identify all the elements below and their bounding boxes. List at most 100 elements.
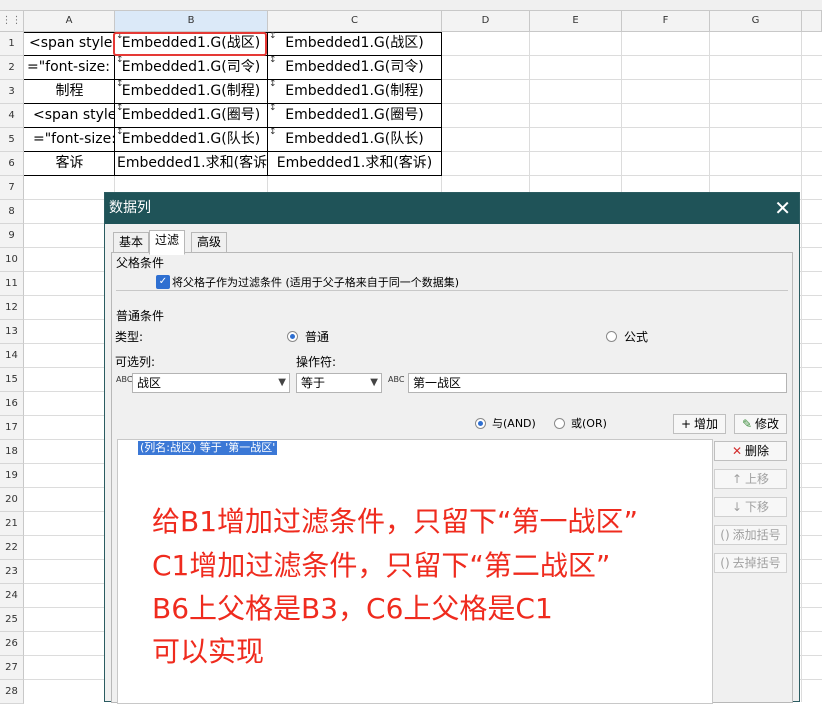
cell-b5[interactable]: ↕ Embedded1.G(队长): [115, 128, 267, 152]
row-header[interactable]: 1: [0, 32, 24, 56]
table-border: [441, 32, 442, 176]
row-header[interactable]: 12: [0, 296, 24, 320]
row-header[interactable]: 28: [0, 680, 24, 704]
type-normal-radio[interactable]: [287, 331, 298, 342]
row-header[interactable]: 7: [0, 176, 24, 200]
cell-b2[interactable]: ↕ Embedded1.G(司令): [115, 56, 267, 80]
modify-button-label: 修改: [755, 417, 780, 431]
row-header[interactable]: 22: [0, 536, 24, 560]
expand-right-icon: ↕: [269, 32, 277, 41]
row-header[interactable]: 26: [0, 632, 24, 656]
expand-right-icon: ↕: [269, 104, 277, 113]
cell-c2[interactable]: ↕ Embedded1.G(司令): [268, 56, 441, 80]
column-header-e[interactable]: E: [530, 11, 622, 32]
column-header-next[interactable]: [802, 11, 822, 32]
row-header[interactable]: 27: [0, 656, 24, 680]
dialog-titlebar[interactable]: 数据列 ✕: [105, 193, 799, 224]
condition-item[interactable]: (列名:战区) 等于 '第一战区': [138, 441, 278, 455]
abc-type-icon: ABC: [116, 375, 133, 384]
cell-c5[interactable]: ↕ Embedded1.G(队长): [268, 128, 441, 152]
row-header[interactable]: 25: [0, 608, 24, 632]
row-header[interactable]: 24: [0, 584, 24, 608]
row-header[interactable]: 6: [0, 152, 24, 176]
column-header-g[interactable]: G: [710, 11, 802, 32]
row-header[interactable]: 2: [0, 56, 24, 80]
row-header[interactable]: 4: [0, 104, 24, 128]
cell-a5[interactable]: ="font-size:: [25, 128, 114, 152]
normal-condition-heading: 普通条件: [116, 309, 165, 323]
cell-c2-text: Embedded1.G(司令): [285, 59, 424, 75]
cell-c3[interactable]: ↕ Embedded1.G(制程): [268, 80, 441, 104]
chevron-down-icon: ▼: [370, 377, 378, 388]
row-header[interactable]: 8: [0, 200, 24, 224]
cell-b3[interactable]: ↕ Embedded1.G(制程): [115, 80, 267, 104]
cell-c4-text: Embedded1.G(圈号): [285, 107, 424, 123]
cell-a2[interactable]: ="font-size:: [25, 56, 114, 80]
row-header[interactable]: 20: [0, 488, 24, 512]
row-header[interactable]: 9: [0, 224, 24, 248]
cell-b4[interactable]: ↕ Embedded1.G(圈号): [115, 104, 267, 128]
tab-basic[interactable]: 基本: [113, 232, 150, 254]
section-divider: [116, 290, 788, 291]
row-header[interactable]: 18: [0, 440, 24, 464]
cell-a6[interactable]: 客诉: [25, 152, 114, 176]
value-input[interactable]: 第一战区: [408, 373, 787, 393]
expand-right-icon: ↕: [269, 56, 277, 65]
add-parenthesis-button[interactable]: () 添加括号: [714, 525, 787, 545]
select-all-corner[interactable]: ⋮⋮: [0, 11, 24, 32]
column-header-a[interactable]: A: [24, 11, 115, 32]
cell-c4[interactable]: ↕ Embedded1.G(圈号): [268, 104, 441, 128]
row-header[interactable]: 10: [0, 248, 24, 272]
modify-button[interactable]: ✎ 修改: [734, 414, 787, 434]
type-normal-label: 普通: [305, 330, 330, 344]
expand-right-icon: ↕: [269, 80, 277, 89]
cell-c5-text: Embedded1.G(队长): [285, 131, 424, 147]
move-up-button[interactable]: ↑ 上移: [714, 469, 787, 489]
column-header-f[interactable]: F: [622, 11, 710, 32]
add-button-label: 增加: [694, 417, 719, 431]
cell-c3-text: Embedded1.G(制程): [285, 83, 424, 99]
cell-a3[interactable]: 制程: [25, 80, 114, 104]
row-header[interactable]: 14: [0, 344, 24, 368]
cell-c1[interactable]: ↕ Embedded1.G(战区): [268, 32, 441, 56]
operator-select-value: 等于: [301, 376, 326, 390]
row-header[interactable]: 3: [0, 80, 24, 104]
row-header[interactable]: 13: [0, 320, 24, 344]
close-icon[interactable]: ✕: [774, 193, 791, 224]
tab-advanced[interactable]: 高级: [191, 232, 228, 254]
column-select[interactable]: 战区 ▼: [132, 373, 290, 393]
cell-c6[interactable]: Embedded1.求和(客诉): [268, 152, 441, 176]
row-header[interactable]: 17: [0, 416, 24, 440]
column-header-b[interactable]: B: [115, 11, 268, 32]
cell-a1[interactable]: <span style: [25, 32, 114, 56]
row-header[interactable]: 5: [0, 128, 24, 152]
remove-parenthesis-icon: (): [720, 556, 730, 570]
row-header[interactable]: 16: [0, 392, 24, 416]
row-header[interactable]: 23: [0, 560, 24, 584]
move-down-button[interactable]: ↓ 下移: [714, 497, 787, 517]
move-down-label: 下移: [745, 500, 770, 514]
delete-button[interactable]: ✕ 删除: [714, 441, 787, 461]
column-header-d[interactable]: D: [442, 11, 530, 32]
type-formula-radio[interactable]: [606, 331, 617, 342]
column-header-c[interactable]: C: [268, 11, 442, 32]
cell-b2-text: Embedded1.G(司令): [121, 59, 261, 75]
operator-select[interactable]: 等于 ▼: [296, 373, 382, 393]
row-header[interactable]: 21: [0, 512, 24, 536]
column-select-value: 战区: [137, 376, 162, 390]
row-header[interactable]: 11: [0, 272, 24, 296]
edit-icon: ✎: [741, 417, 753, 431]
or-radio[interactable]: [554, 418, 565, 429]
cell-b4-text: Embedded1.G(圈号): [121, 107, 261, 123]
add-button[interactable]: + 增加: [673, 414, 726, 434]
parent-filter-checkbox[interactable]: ✓: [156, 275, 170, 289]
operator-label: 操作符:: [296, 355, 337, 369]
cell-b6[interactable]: Embedded1.求和(客诉: [115, 152, 267, 176]
tab-filter[interactable]: 过滤: [149, 230, 186, 255]
remove-parenthesis-label: 去掉括号: [732, 556, 781, 570]
row-header[interactable]: 19: [0, 464, 24, 488]
and-radio[interactable]: [475, 418, 486, 429]
remove-parenthesis-button[interactable]: () 去掉括号: [714, 553, 787, 573]
cell-a4[interactable]: <span style: [25, 104, 114, 128]
row-header[interactable]: 15: [0, 368, 24, 392]
